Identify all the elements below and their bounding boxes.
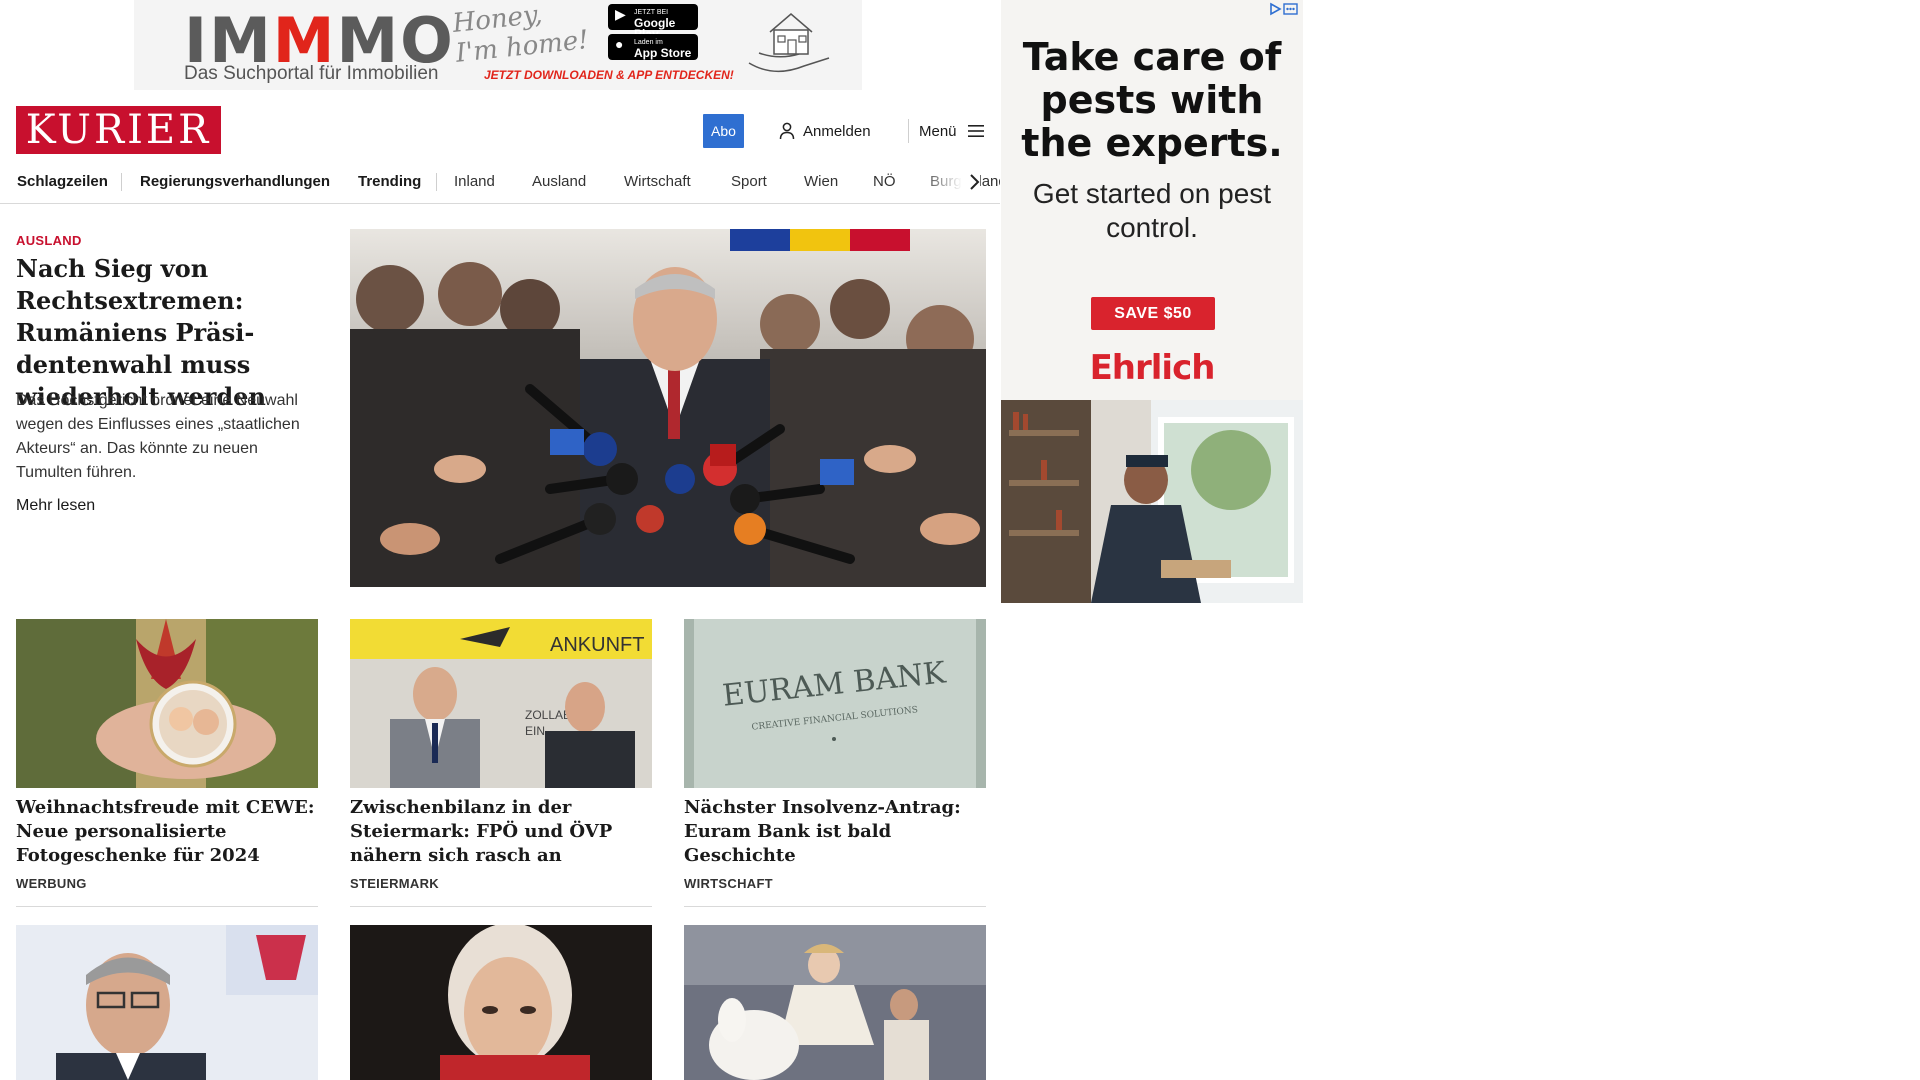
sign-sub1: ZOLLAB <box>525 708 571 722</box>
menu-label: Menü <box>919 122 957 140</box>
article-card[interactable] <box>16 925 318 1080</box>
house-in-hand-illustration <box>748 13 830 72</box>
sign-text: ANKUNFT <box>550 634 644 656</box>
nav-separator <box>436 173 437 191</box>
nav-item-wirtschaft[interactable]: Wirtschaft <box>624 160 691 203</box>
ad-script-text: Honey, I'm home! <box>451 0 591 69</box>
apple-icon: ● <box>615 36 624 52</box>
article-card[interactable] <box>684 925 986 1080</box>
top-banner-ad[interactable]: IMMMO Das Suchportal für Immobilien Hone… <box>134 0 862 90</box>
mozart-portrait <box>350 925 652 1080</box>
article-category[interactable]: STEIERMARK <box>350 876 652 891</box>
nav-item-ausland[interactable]: Ausland <box>532 160 586 203</box>
article-image <box>350 925 652 1080</box>
ad-subline: Get started on pest control. <box>1032 178 1272 243</box>
article-card[interactable] <box>350 925 652 1080</box>
lead-kicker[interactable]: AUSLAND <box>16 233 82 248</box>
article-title[interactable]: Weihnachtsfreude mit CEWE: Neue personal… <box>16 796 318 868</box>
article-title[interactable]: Nächster Insolvenz-Antrag: Euram Bank is… <box>684 796 986 868</box>
login-label: Anmelden <box>803 122 871 140</box>
card-divider <box>684 906 986 907</box>
article-card[interactable]: Weihnachtsfreude mit CEWE: Neue personal… <box>16 619 318 891</box>
article-category[interactable]: WERBUNG <box>16 876 318 891</box>
ornament-photo <box>16 619 318 788</box>
article-image: EURAM BANK CREATIVE FINANCIAL SOLUTIONS <box>684 619 986 788</box>
adchoices-icon[interactable] <box>1269 2 1299 16</box>
nav-item-noe[interactable]: NÖ <box>873 160 896 203</box>
article-image <box>16 619 318 788</box>
menu-button[interactable]: Menü <box>919 120 985 142</box>
politicians-photo: ANKUNFT ZOLLAB EIN <box>350 619 652 788</box>
nav-item-inland[interactable]: Inland <box>454 160 495 203</box>
abo-button[interactable]: Abo <box>703 114 744 148</box>
nav-item-trending[interactable]: Trending <box>358 160 421 203</box>
ehrlich-logo: Ehrlich <box>1089 348 1216 388</box>
ad-cta: JETZT DOWNLOADEN & APP ENTDECKEN! <box>484 68 734 82</box>
lead-teaser: Das Höchstgericht ordnet eine Neuwahl we… <box>16 392 300 481</box>
chevron-right-icon[interactable] <box>968 173 980 191</box>
nav-item-wien[interactable]: Wien <box>804 160 838 203</box>
hamburger-icon <box>967 125 984 137</box>
article-card[interactable]: EURAM BANK CREATIVE FINANCIAL SOLUTIONS … <box>684 619 986 891</box>
card-divider <box>16 906 318 907</box>
ad-headline: Take care of pests with the experts. <box>1021 35 1283 165</box>
google-play-icon: ▶ <box>615 6 626 22</box>
sign-sub2: EIN <box>525 724 545 738</box>
app-store-badge[interactable]: ● Laden im App Store <box>608 34 698 60</box>
nav-item-regierungsverhandlungen[interactable]: Regierungsverhandlungen <box>140 160 330 203</box>
save-50-button[interactable]: SAVE $50 <box>1091 297 1215 330</box>
lead-image[interactable] <box>350 229 986 587</box>
article-image: ANKUNFT ZOLLAB EIN <box>350 619 652 788</box>
article-title[interactable]: Zwischenbilanz in der Steiermark: FPÖ un… <box>350 796 652 868</box>
ad-tagline: Das Suchportal für Immobilien <box>184 63 439 84</box>
sidebar-ad[interactable]: Take care of pests with the experts. Get… <box>1001 0 1303 603</box>
google-play-badge[interactable]: ▶ JETZT BEI Google Play <box>608 4 698 40</box>
article-image <box>684 925 986 1080</box>
section-nav: Schlagzeilen Regierungsverhandlungen Tre… <box>0 160 1000 204</box>
login-button[interactable]: Anmelden <box>779 120 871 142</box>
header-divider <box>908 119 909 143</box>
nav-item-schlagzeilen[interactable]: Schlagzeilen <box>17 160 108 203</box>
article-image <box>16 925 318 1080</box>
kurier-logo[interactable]: KURIER <box>16 106 221 154</box>
man-glasses-photo <box>16 925 318 1080</box>
nav-separator <box>121 173 122 191</box>
article-card[interactable]: ANKUNFT ZOLLAB EIN Zwischenbilanz in der… <box>350 619 652 891</box>
article-category[interactable]: WIRTSCHAFT <box>684 876 986 891</box>
user-icon <box>779 122 795 140</box>
bank-plaque-photo: EURAM BANK CREATIVE FINANCIAL SOLUTIONS <box>684 619 986 788</box>
press-scrum-photo <box>350 229 986 587</box>
pest-technician-photo <box>1001 400 1303 603</box>
card-divider <box>350 906 652 907</box>
nav-item-sport[interactable]: Sport <box>731 160 767 203</box>
princess-horse-photo <box>684 925 986 1080</box>
read-more-link[interactable]: Mehr lesen <box>16 497 95 515</box>
